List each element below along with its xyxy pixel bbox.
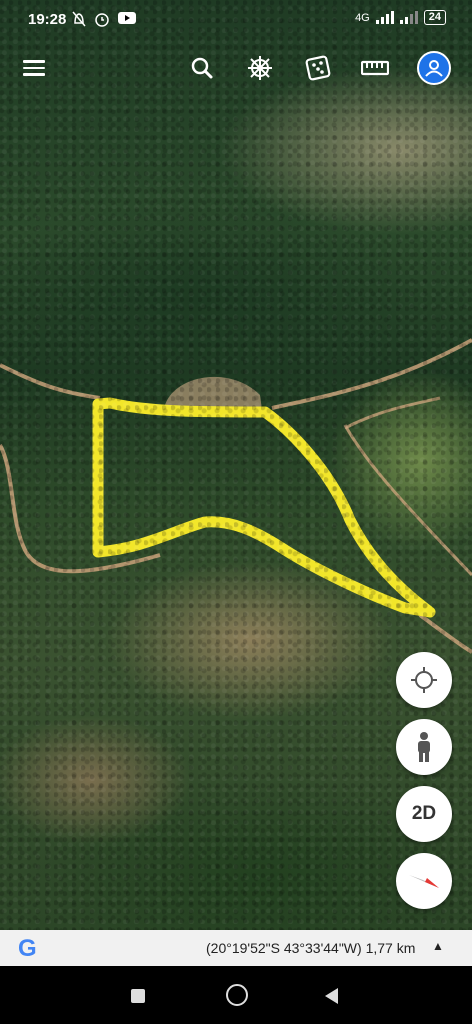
account-avatar-icon[interactable] — [414, 48, 454, 88]
search-icon[interactable] — [182, 48, 222, 88]
do-not-disturb-icon — [72, 11, 86, 27]
street-view-pegman-icon — [418, 732, 430, 762]
feeling-lucky-dice-icon[interactable] — [298, 48, 338, 88]
dirt-road-curve — [0, 444, 161, 574]
battery-icon: 24 — [423, 10, 446, 25]
view-mode-toggle-button[interactable]: 2D — [396, 786, 452, 842]
map-overlay — [0, 338, 472, 654]
my-location-button[interactable] — [396, 652, 452, 708]
google-logo: G — [18, 935, 37, 962]
network-type: 4G — [355, 11, 370, 24]
dirt-road-upper — [271, 338, 472, 410]
back-button[interactable] — [325, 988, 338, 1004]
coordinates-readout: (20°19'52"S 43°33'44"W) 1,77 km — [206, 940, 416, 956]
home-button[interactable] — [226, 984, 248, 1006]
recent-apps-button[interactable] — [131, 989, 145, 1003]
compass-icon — [409, 875, 439, 888]
system-navigation-bar — [0, 966, 472, 1024]
bare-clearing — [165, 376, 262, 410]
street-view-button[interactable] — [396, 719, 452, 775]
attribution-bar: G (20°19'52"S 43°33'44"W) 1,77 km ▲ — [0, 930, 472, 966]
menu-icon[interactable] — [14, 48, 54, 88]
youtube-icon — [118, 12, 136, 24]
status-notification-icons — [72, 11, 136, 27]
status-time: 19:28 — [28, 11, 67, 28]
signal-icon-2 — [399, 11, 418, 24]
voyager-icon[interactable] — [240, 48, 280, 88]
dirt-road-lower — [344, 396, 441, 430]
my-location-icon — [411, 667, 437, 693]
expand-info-button[interactable]: ▲ — [432, 939, 444, 953]
measure-ruler-icon[interactable] — [355, 48, 395, 88]
satellite-map[interactable] — [0, 0, 472, 930]
compass-button[interactable] — [396, 853, 452, 909]
dirt-road-left — [0, 363, 101, 400]
top-toolbar — [0, 48, 472, 92]
view-mode-label: 2D — [411, 803, 437, 824]
signal-icon — [375, 11, 394, 24]
status-bar: 19:28 4G 24 — [0, 0, 472, 40]
status-right-icons: 4G 24 — [355, 10, 446, 25]
dirt-road-bottom — [418, 613, 472, 654]
drawn-area-polygon — [92, 397, 436, 618]
alarm-icon — [95, 13, 109, 27]
dirt-road-right — [343, 424, 472, 577]
